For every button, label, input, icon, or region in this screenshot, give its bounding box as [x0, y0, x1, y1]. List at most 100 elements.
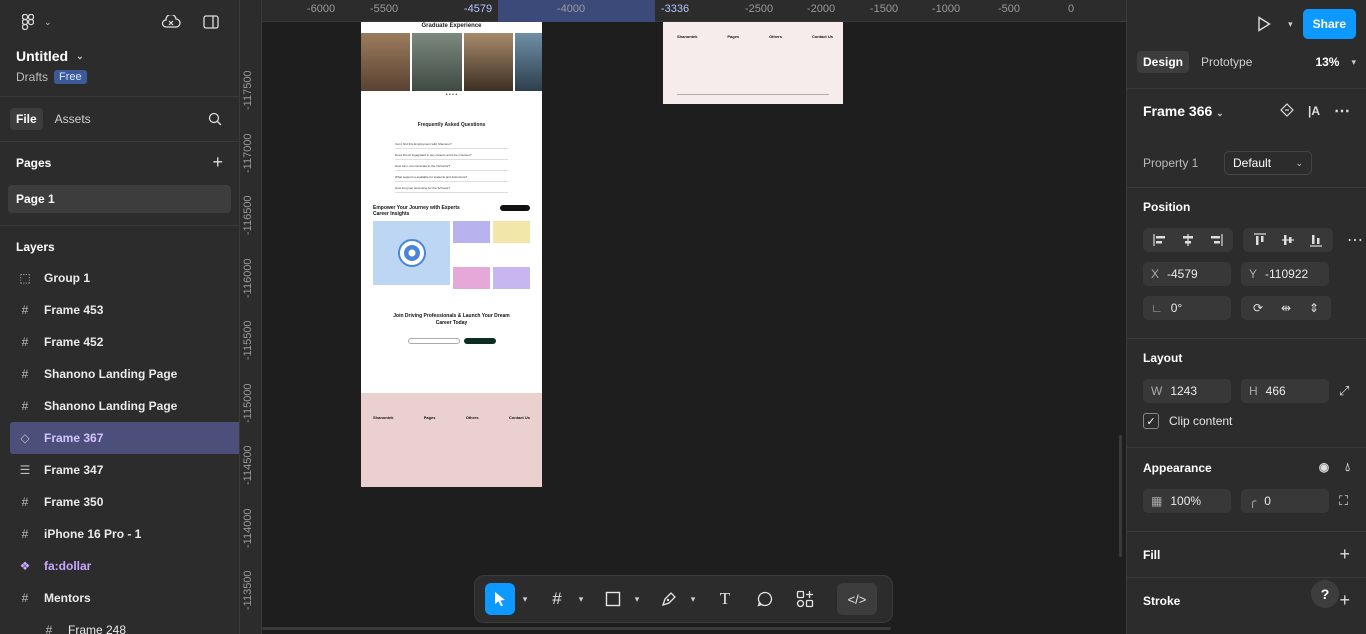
blend-mode-icon[interactable]: 💧︎	[1345, 460, 1350, 475]
layer-item[interactable]: ☰ Frame 347	[0, 454, 239, 486]
horizontal-scrollbar[interactable]	[262, 627, 891, 630]
comment-tool-icon[interactable]	[751, 583, 779, 615]
corner-radius-field[interactable]: ╭ 0	[1241, 489, 1329, 513]
text-style-icon[interactable]: |A	[1308, 104, 1320, 118]
landing-page-frame[interactable]: Graduate Experience • • • • Frequently A…	[361, 22, 542, 487]
cloud-offline-icon[interactable]	[157, 8, 185, 36]
fill-section: Fill +	[1127, 532, 1366, 577]
footer-col-contact: Contact Us	[811, 34, 833, 39]
ruler-tick: -115000	[242, 383, 254, 423]
align-left-icon[interactable]	[1147, 229, 1173, 251]
file-name[interactable]: Untitled ⌄	[16, 48, 223, 64]
layer-item[interactable]: # iPhone 16 Pro - 1	[0, 518, 239, 550]
layout-header: Layout	[1143, 351, 1183, 365]
vertical-scrollbar[interactable]	[1119, 435, 1122, 557]
align-horizontal-center-icon[interactable]	[1175, 229, 1201, 251]
rotate-90-icon[interactable]: ⟳	[1245, 297, 1271, 319]
chevron-down-icon[interactable]: ▾	[519, 583, 531, 615]
rectangle-tool-icon[interactable]	[599, 583, 627, 615]
rotation-field[interactable]: ∟ 0°	[1143, 296, 1231, 320]
chevron-down-icon[interactable]: ▾	[1288, 19, 1293, 30]
flip-vertical-icon[interactable]: ⇕	[1301, 297, 1327, 319]
present-play-icon[interactable]	[1250, 10, 1278, 38]
search-icon[interactable]	[201, 105, 229, 133]
ruler-tick: 0	[1067, 3, 1075, 15]
zoom-level[interactable]: 13%	[1315, 55, 1339, 69]
width-field[interactable]: W 1243	[1143, 379, 1231, 403]
height-field[interactable]: H 466	[1241, 379, 1329, 403]
layer-item[interactable]: # Shanono Landing Page	[0, 358, 239, 390]
layer-list: ⬚ Group 1 # Frame 453 # Frame 452 # Shanono Lan…	[0, 262, 239, 634]
property-label: Property 1	[1143, 156, 1199, 170]
frame-icon: #	[21, 399, 29, 413]
resize-to-fit-icon[interactable]: ⤢	[1339, 383, 1349, 399]
clip-content-checkbox[interactable]: ✓	[1143, 413, 1159, 429]
help-button[interactable]: ?	[1311, 580, 1339, 608]
share-button[interactable]: Share	[1302, 9, 1356, 39]
page-item-1[interactable]: Page 1	[8, 185, 231, 213]
footer-col-contact: Contact Us	[508, 415, 530, 420]
more-align-icon[interactable]: ⋯	[1347, 230, 1363, 250]
align-right-icon[interactable]	[1203, 229, 1229, 251]
align-vertical-center-icon[interactable]	[1275, 229, 1301, 251]
layer-item[interactable]: # Shanono Landing Page	[0, 390, 239, 422]
layer-item[interactable]: # Frame 452	[0, 326, 239, 358]
text-tool-icon[interactable]: T	[711, 583, 739, 615]
insight-thumbnail	[493, 221, 530, 243]
file-location[interactable]: Drafts	[16, 70, 48, 84]
layer-item[interactable]: ◇ Frame 367	[10, 422, 239, 454]
layer-item[interactable]: # Frame 453	[0, 294, 239, 326]
tab-prototype[interactable]: Prototype	[1195, 51, 1258, 73]
actions-tool-icon[interactable]	[791, 583, 819, 615]
add-page-icon[interactable]: +	[212, 152, 223, 173]
position-header: Position	[1143, 200, 1191, 214]
canvas[interactable]: -4579 -3336 -6000 -5500 -4000 -2500 -2000 -15…	[240, 0, 1126, 634]
file-info: Untitled ⌄ Drafts Free	[0, 44, 239, 84]
tab-design[interactable]: Design	[1137, 51, 1190, 73]
more-options-icon[interactable]: ⋯	[1334, 101, 1350, 121]
plan-badge[interactable]: Free	[54, 70, 87, 84]
move-tool-icon[interactable]	[485, 583, 515, 615]
x-position-field[interactable]: X -4579	[1143, 262, 1231, 286]
layer-item[interactable]: ⬚ Group 1	[0, 262, 239, 294]
mentor-photo	[412, 33, 462, 91]
chevron-down-icon[interactable]: ▾	[1351, 57, 1356, 68]
right-topbar: ▾ Share	[1127, 0, 1366, 48]
frame-icon: #	[21, 591, 29, 605]
y-position-field[interactable]: Y -110922	[1241, 262, 1329, 286]
visibility-eye-icon[interactable]: ◉	[1319, 460, 1329, 475]
frame-icon: #	[21, 495, 29, 509]
add-stroke-icon[interactable]: +	[1339, 590, 1350, 611]
layer-item[interactable]: # Frame 350	[0, 486, 239, 518]
dev-mode-toggle-icon[interactable]: </>	[837, 583, 877, 615]
layer-item[interactable]: # Mentors	[0, 582, 239, 614]
footer-frame[interactable]: Shanontek Pages Others Contact Us	[663, 22, 843, 104]
opacity-field[interactable]: ▦ 100%	[1143, 489, 1231, 513]
layer-item[interactable]: ❖ fa:dollar	[0, 550, 239, 582]
chevron-down-icon[interactable]: ▾	[575, 583, 587, 615]
add-fill-icon[interactable]: +	[1339, 544, 1350, 565]
insights-header: Empower Your Journey with Experts Career…	[361, 195, 542, 217]
tab-file[interactable]: File	[10, 108, 43, 130]
chevron-down-icon[interactable]: ▾	[687, 583, 699, 615]
layer-item[interactable]: # Frame 248	[0, 614, 239, 634]
toggle-sidebar-icon[interactable]	[197, 8, 225, 36]
group-icon: ⬚	[19, 271, 31, 285]
right-tabs: Design Prototype 13% ▾	[1127, 48, 1366, 76]
property-select[interactable]: Default ⌄	[1224, 151, 1312, 175]
chevron-down-icon[interactable]: ▾	[631, 583, 643, 615]
align-bottom-icon[interactable]	[1303, 229, 1329, 251]
left-tabs: File Assets	[0, 97, 239, 141]
tab-assets[interactable]: Assets	[49, 108, 97, 130]
component-swap-icon[interactable]	[1280, 102, 1294, 120]
selection-name[interactable]: Frame 366 ⌄	[1143, 103, 1224, 119]
flip-horizontal-icon[interactable]: ⇹	[1273, 297, 1299, 319]
align-top-icon[interactable]	[1247, 229, 1273, 251]
main-menu-button[interactable]: ⌄	[14, 8, 52, 36]
cta-title: Join Driving Professionals & Launch Your…	[393, 313, 510, 326]
y-value: -110922	[1265, 267, 1309, 281]
pen-tool-icon[interactable]	[655, 583, 683, 615]
independent-corners-icon[interactable]: ⛶	[1339, 493, 1348, 509]
property-value: Default	[1233, 156, 1272, 170]
frame-tool-icon[interactable]: #	[543, 583, 571, 615]
